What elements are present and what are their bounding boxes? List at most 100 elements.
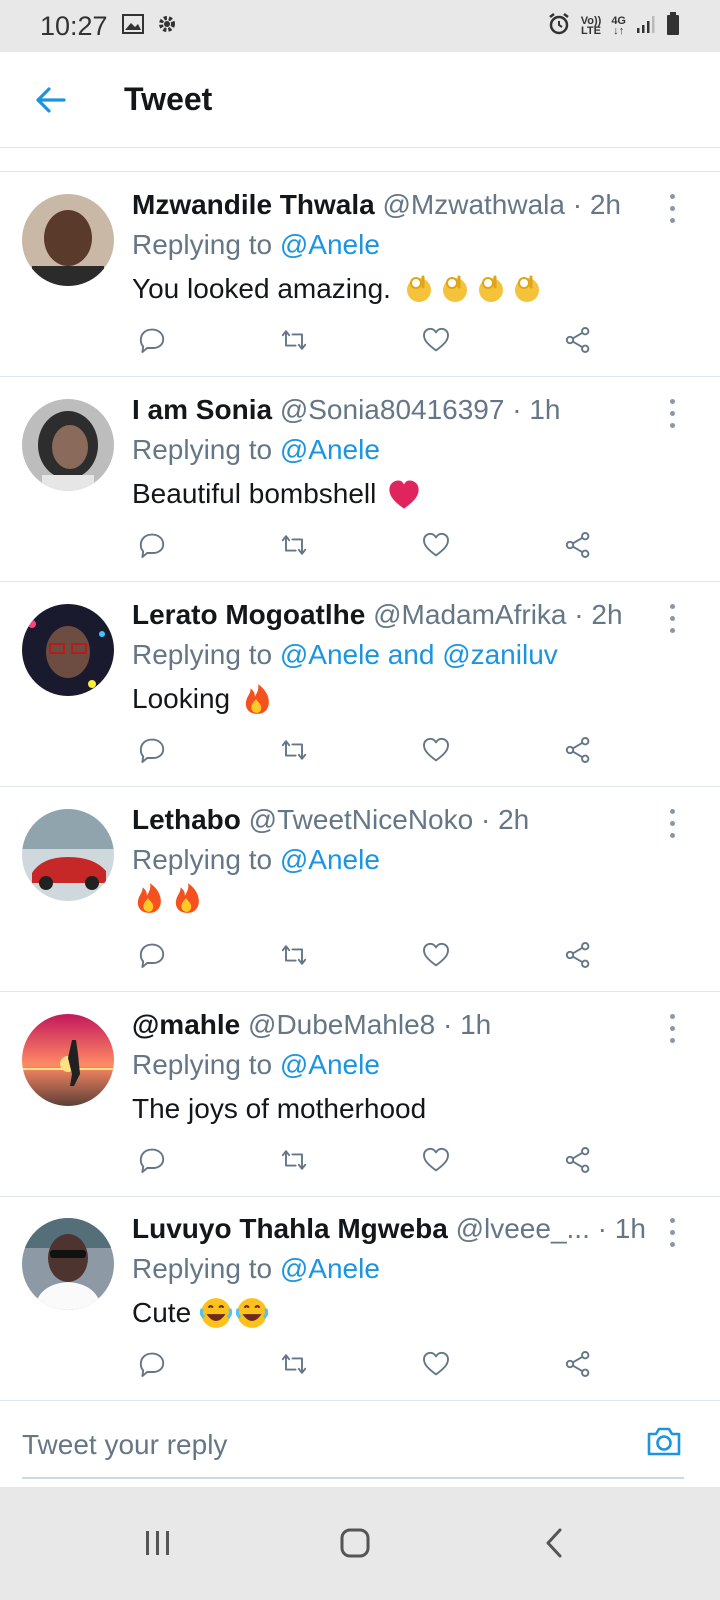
tweet-header: Luvuyo Thahla Mgweba @lveee_... · 1h [132, 1210, 660, 1248]
like-button[interactable] [416, 1344, 456, 1384]
tweet-item[interactable]: Mzwandile Thwala @Mzwathwala · 2h Replyi… [0, 172, 720, 377]
replying-to: Replying to @Anele [132, 1253, 380, 1284]
mention-link[interactable]: @Anele [280, 434, 380, 465]
share-button[interactable] [558, 320, 598, 360]
author-name[interactable]: @mahle [132, 1009, 240, 1040]
author-handle[interactable]: @DubeMahle8 [248, 1009, 435, 1040]
reply-button[interactable] [132, 935, 172, 975]
share-button[interactable] [558, 1344, 598, 1384]
back-button[interactable] [0, 52, 100, 148]
share-icon [565, 1351, 590, 1377]
share-button[interactable] [558, 1140, 598, 1180]
avatar[interactable] [22, 604, 114, 696]
more-options-icon[interactable] [664, 805, 680, 841]
retweet-button[interactable] [274, 1140, 314, 1180]
author-handle[interactable]: @Sonia80416397 [280, 394, 505, 425]
like-button[interactable] [416, 320, 456, 360]
replying-to: Replying to @Anele [132, 844, 380, 875]
tweet-time: · 1h [597, 1213, 646, 1244]
retweet-button[interactable] [274, 320, 314, 360]
fire-icon [245, 684, 269, 714]
more-options-icon[interactable] [664, 190, 680, 226]
share-button[interactable] [558, 730, 598, 770]
tweet-actions [132, 1140, 602, 1180]
reply-icon [139, 1352, 165, 1377]
author-handle[interactable]: @Mzwathwala [382, 189, 564, 220]
ok-hand-icon [405, 275, 433, 304]
heart-icon [423, 737, 449, 762]
avatar[interactable] [22, 399, 114, 491]
signal-icon [636, 14, 656, 39]
like-button[interactable] [416, 730, 456, 770]
avatar[interactable] [22, 194, 114, 286]
camera-button[interactable] [644, 1421, 684, 1461]
reply-button[interactable] [132, 525, 172, 565]
author-name[interactable]: I am Sonia [132, 394, 272, 425]
like-button[interactable] [416, 525, 456, 565]
home-button[interactable] [327, 1515, 383, 1571]
fire-icon [175, 883, 199, 913]
share-button[interactable] [558, 525, 598, 565]
author-handle[interactable]: @lveee_... [456, 1213, 590, 1244]
tweet-item[interactable]: Lerato Mogoatlhe @MadamAfrika · 2h Reply… [0, 582, 720, 787]
retweet-icon [281, 330, 307, 350]
replying-to: Replying to @Anele [132, 434, 380, 465]
retweet-button[interactable] [274, 525, 314, 565]
mention-link[interactable]: @Anele [280, 229, 380, 260]
tweet-actions [132, 730, 602, 770]
avatar[interactable] [22, 1218, 114, 1310]
author-handle[interactable]: @MadamAfrika [373, 599, 566, 630]
more-options-icon[interactable] [664, 600, 680, 636]
tweet-actions [132, 320, 602, 360]
settings-gear-icon [156, 13, 178, 40]
author-name[interactable]: Lethabo [132, 804, 241, 835]
author-name[interactable]: Mzwandile Thwala [132, 189, 375, 220]
avatar[interactable] [22, 1014, 114, 1106]
recent-apps-button[interactable] [130, 1515, 186, 1571]
author-name[interactable]: Lerato Mogoatlhe [132, 599, 365, 630]
like-button[interactable] [416, 935, 456, 975]
retweet-button[interactable] [274, 935, 314, 975]
tweet-item[interactable]: Luvuyo Thahla Mgweba @lveee_... · 1h Rep… [0, 1196, 720, 1401]
tweet-header: Lerato Mogoatlhe @MadamAfrika · 2h [132, 596, 660, 634]
retweet-button[interactable] [274, 1344, 314, 1384]
previous-tweet-fragment [0, 148, 720, 172]
network-type-indicator: 4G ↓↑ [611, 15, 626, 37]
mention-link[interactable]: @Anele [280, 844, 380, 875]
like-button[interactable] [416, 1140, 456, 1180]
mention-link[interactable]: @Anele [280, 1049, 380, 1080]
more-options-icon[interactable] [664, 1010, 680, 1046]
more-options-icon[interactable] [664, 395, 680, 431]
retweet-button[interactable] [274, 730, 314, 770]
retweet-icon [281, 1354, 307, 1374]
tweet-item[interactable]: @mahle @DubeMahle8 · 1h Replying to @Ane… [0, 992, 720, 1197]
author-name[interactable]: Luvuyo Thahla Mgweba [132, 1213, 448, 1244]
reply-input-underline [22, 1477, 684, 1479]
mention-link[interactable]: @Anele [280, 1253, 380, 1284]
reply-button[interactable] [132, 320, 172, 360]
heart-icon [423, 327, 449, 352]
tweet-header: Mzwandile Thwala @Mzwathwala · 2h [132, 186, 660, 224]
retweet-icon [281, 535, 307, 555]
tears-of-joy-icon [199, 1296, 233, 1330]
share-button[interactable] [558, 935, 598, 975]
tweet-item[interactable]: I am Sonia @Sonia80416397 · 1h Replying … [0, 377, 720, 582]
author-handle[interactable]: @TweetNiceNoko [249, 804, 474, 835]
avatar[interactable] [22, 809, 114, 901]
tweet-item[interactable]: Lethabo @TweetNiceNoko · 2h Replying to … [0, 787, 720, 992]
replying-to: Replying to @Anele [132, 1049, 380, 1080]
reply-button[interactable] [132, 730, 172, 770]
reply-button[interactable] [132, 1344, 172, 1384]
tweet-actions [132, 935, 602, 975]
heart-icon [423, 532, 449, 557]
more-options-icon[interactable] [664, 1214, 680, 1250]
tweet-time: · 2h [574, 599, 623, 630]
tweet-time: · 2h [572, 189, 621, 220]
mention-link[interactable]: @Anele and @zaniluv [280, 639, 558, 670]
replying-to: Replying to @Anele and @zaniluv [132, 639, 558, 670]
share-icon [565, 1147, 590, 1173]
system-back-button[interactable] [526, 1515, 582, 1571]
reply-button[interactable] [132, 1140, 172, 1180]
reply-input[interactable] [22, 1421, 622, 1469]
heart-icon [423, 1147, 449, 1172]
